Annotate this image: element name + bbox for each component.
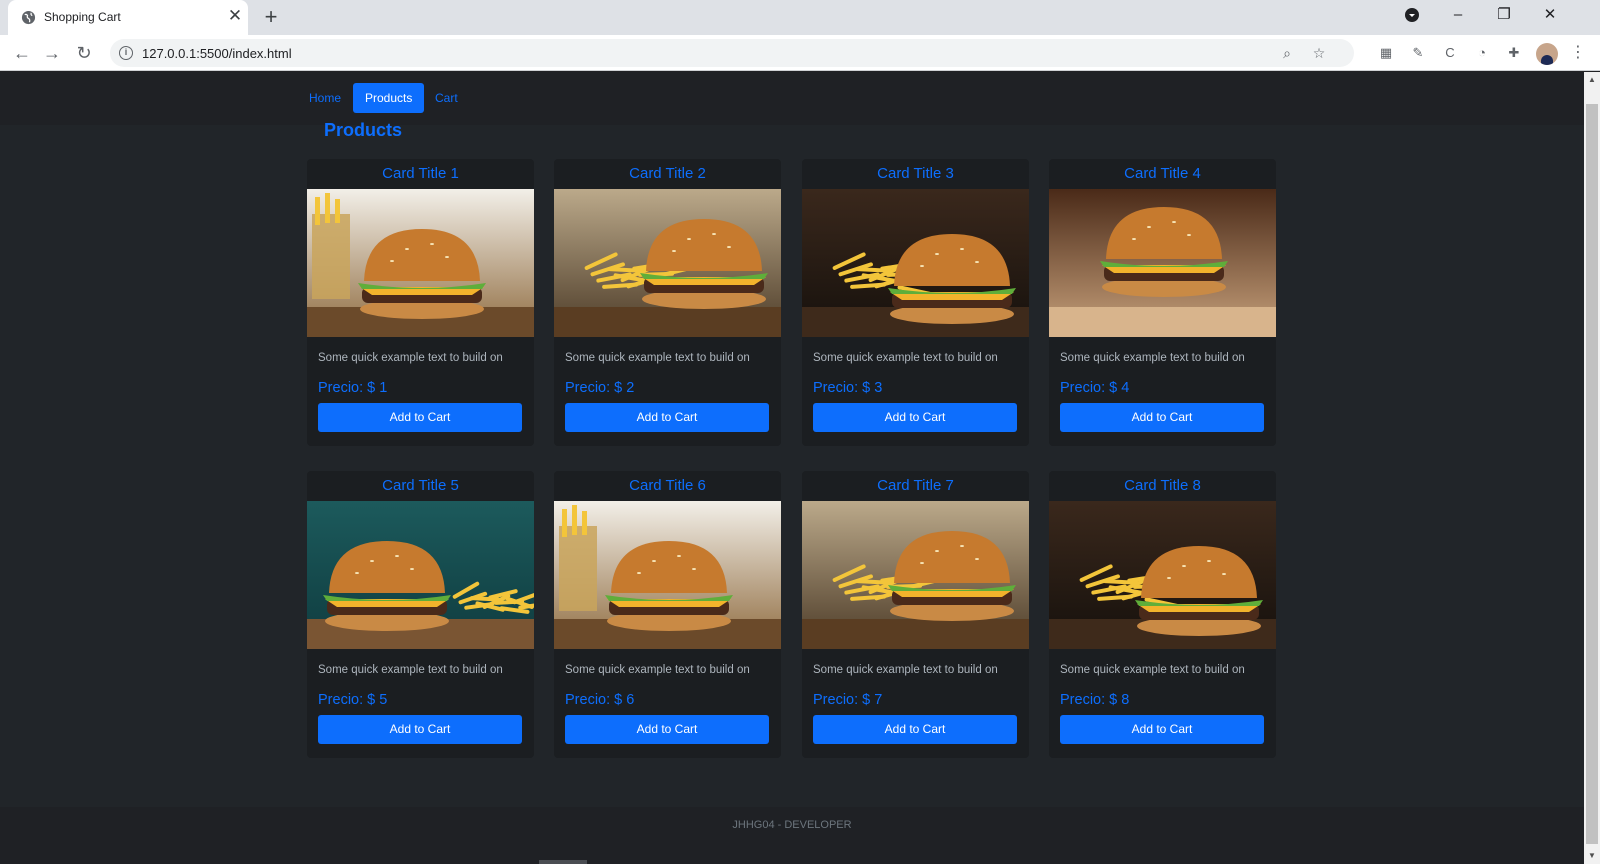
extension-timer-icon[interactable]: ◔ [1472,43,1492,63]
add-to-cart-button[interactable]: Add to Cart [1060,403,1264,432]
extensions-puzzle-icon[interactable]: ✚ [1504,43,1524,63]
card-text: Some quick example text to build on [318,352,503,364]
card-price: Precio: $ 6 [565,692,635,708]
scroll-down-icon[interactable]: ▼ [1584,848,1600,864]
extension-eyedropper-icon[interactable]: ✎ [1408,43,1428,63]
card-text: Some quick example text to build on [813,352,998,364]
url-text: 127.0.0.1:5500/index.html [142,46,292,61]
add-to-cart-button[interactable]: Add to Cart [565,403,769,432]
card-price: Precio: $ 2 [565,380,635,396]
profile-dropdown-icon[interactable] [1389,0,1435,30]
product-card: Card Title 7 Some quick example text to … [802,471,1029,758]
product-card: Card Title 1 Some quick example text to … [307,159,534,446]
horizontal-scrollbar-thumb[interactable] [539,860,587,864]
browser-tab[interactable]: Shopping Cart ✕ [8,0,248,35]
nav-home-link[interactable]: Home [297,83,353,113]
page-viewport: Home Products Cart Products Card Title 1… [0,72,1584,864]
product-image [554,189,781,337]
window-close-icon[interactable]: ✕ [1527,0,1573,30]
product-image [802,189,1029,337]
product-card: Card Title 3 Some quick example text to … [802,159,1029,446]
product-card: Card Title 4 Some quick example text to … [1049,159,1276,446]
forward-icon[interactable]: → [40,41,64,65]
address-bar[interactable]: i 127.0.0.1:5500/index.html ⌕ ☆ [110,39,1354,67]
add-to-cart-button[interactable]: Add to Cart [318,715,522,744]
card-price: Precio: $ 8 [1060,692,1130,708]
add-to-cart-button[interactable]: Add to Cart [813,715,1017,744]
product-image [1049,501,1276,649]
reload-icon[interactable]: ↻ [72,41,96,65]
add-to-cart-button[interactable]: Add to Cart [1060,715,1264,744]
card-text: Some quick example text to build on [1060,664,1245,676]
product-card: Card Title 5 Some quick example text to … [307,471,534,758]
restore-icon[interactable]: ❐ [1481,0,1527,30]
card-text: Some quick example text to build on [318,664,503,676]
footer: JHHG04 - DEVELOPER [0,807,1584,864]
vertical-scrollbar[interactable]: ▲ ▼ [1584,72,1600,864]
minimize-icon[interactable]: – [1435,0,1481,30]
product-image [802,501,1029,649]
scrollbar-thumb[interactable] [1586,104,1598,844]
extension-css-icon[interactable]: C [1440,43,1460,63]
card-title: Card Title 4 [1124,165,1201,182]
product-image [307,501,534,649]
footer-credit: JHHG04 - DEVELOPER [732,819,852,831]
card-title: Card Title 1 [382,165,459,182]
product-card: Card Title 2 Some quick example text to … [554,159,781,446]
card-price: Precio: $ 4 [1060,380,1130,396]
card-text: Some quick example text to build on [813,664,998,676]
add-to-cart-button[interactable]: Add to Cart [813,403,1017,432]
add-to-cart-button[interactable]: Add to Cart [565,715,769,744]
scroll-up-icon[interactable]: ▲ [1584,72,1600,88]
back-icon[interactable]: ← [10,41,34,65]
product-image [554,501,781,649]
card-text: Some quick example text to build on [565,352,750,364]
site-info-icon[interactable]: i [119,46,133,60]
card-title: Card Title 7 [877,477,954,494]
card-title: Card Title 6 [629,477,706,494]
product-image [307,189,534,337]
card-price: Precio: $ 3 [813,380,883,396]
nav-products-link[interactable]: Products [353,83,425,113]
card-title: Card Title 5 [382,477,459,494]
globe-icon [21,10,36,25]
card-text: Some quick example text to build on [1060,352,1245,364]
card-title: Card Title 3 [877,165,954,182]
tab-title: Shopping Cart [44,10,121,24]
card-title: Card Title 2 [629,165,706,182]
product-card: Card Title 6 Some quick example text to … [554,471,781,758]
zoom-icon[interactable]: ⌕ [1278,44,1296,62]
card-text: Some quick example text to build on [565,664,750,676]
browser-toolbar: ← → ↻ i 127.0.0.1:5500/index.html ⌕ ☆ ▦ … [0,35,1600,71]
browser-menu-icon[interactable]: ⋮ [1570,43,1586,63]
close-tab-icon[interactable]: ✕ [226,7,244,25]
card-title: Card Title 8 [1124,477,1201,494]
site-navbar: Home Products Cart [0,72,1584,125]
add-to-cart-button[interactable]: Add to Cart [318,403,522,432]
page-title: Products [324,120,403,140]
extension-qr-icon[interactable]: ▦ [1376,43,1396,63]
card-price: Precio: $ 5 [318,692,388,708]
nav-cart-link[interactable]: Cart [423,83,470,113]
card-price: Precio: $ 1 [318,380,388,396]
product-card: Card Title 8 Some quick example text to … [1049,471,1276,758]
browser-tab-bar: Shopping Cart ✕ + – ❐ ✕ [0,0,1600,35]
product-image [1049,189,1276,337]
bookmark-star-icon[interactable]: ☆ [1310,44,1328,62]
card-price: Precio: $ 7 [813,692,883,708]
new-tab-icon[interactable]: + [259,5,283,29]
profile-avatar[interactable] [1536,43,1558,65]
